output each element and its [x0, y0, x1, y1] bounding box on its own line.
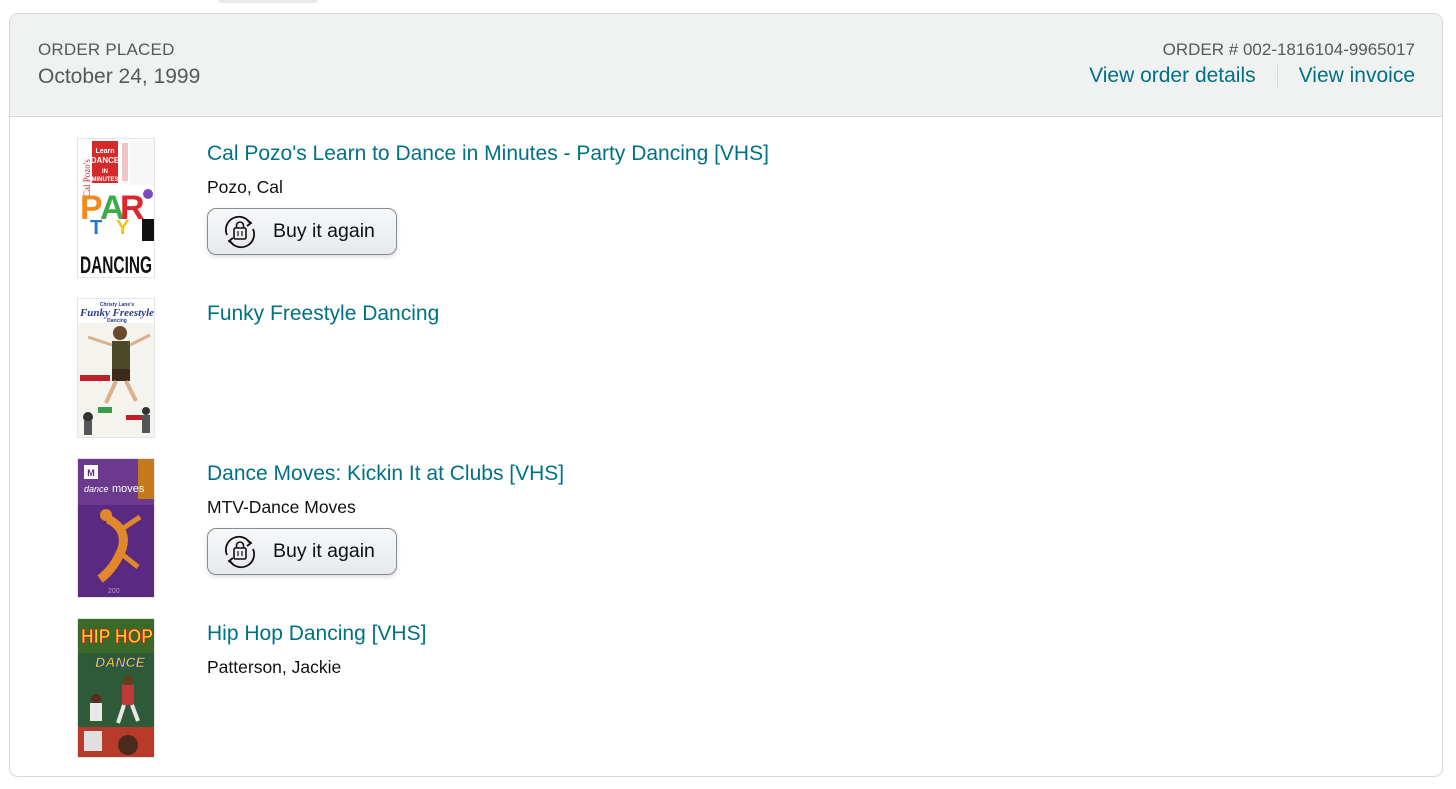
svg-text:Y: Y: [116, 217, 130, 239]
item-title-link[interactable]: Dance Moves: Kickin It at Clubs [VHS]: [207, 462, 564, 486]
order-header: ORDER PLACED October 24, 1999 ORDER # 00…: [10, 14, 1442, 117]
svg-text:Dancing: Dancing: [107, 318, 127, 324]
buy-it-again-button[interactable]: Buy it again: [207, 208, 397, 255]
item-thumbnail-dance-moves[interactable]: M dance moves 200: [77, 458, 155, 598]
svg-text:MINUTES: MINUTES: [92, 177, 119, 183]
svg-text:DANCE: DANCE: [91, 156, 120, 165]
view-order-details-link[interactable]: View order details: [1089, 64, 1256, 88]
item-author: Pozo, Cal: [207, 177, 283, 197]
svg-text:DANCING: DANCING: [80, 252, 152, 278]
svg-text:IN: IN: [102, 169, 108, 175]
svg-text:HIP HOP: HIP HOP: [81, 626, 153, 648]
order-item: Christy Lane's Funky Freestyle Dancing F…: [10, 298, 1442, 440]
reorder-cycle-icon: [225, 215, 255, 248]
svg-text:dance: dance: [84, 484, 109, 494]
item-title-link[interactable]: Hip Hop Dancing [VHS]: [207, 622, 426, 646]
order-item: M dance moves 200 Dance Moves: Kickin It…: [10, 458, 1442, 600]
svg-text:Learn: Learn: [95, 148, 114, 155]
order-placed-label: ORDER PLACED: [38, 40, 175, 59]
item-thumbnail-hip-hop[interactable]: HIP HOP DANCE: [77, 618, 155, 758]
item-title-link[interactable]: Cal Pozo's Learn to Dance in Minutes - P…: [207, 142, 769, 166]
item-author: MTV-Dance Moves: [207, 497, 356, 517]
buy-it-again-button[interactable]: Buy it again: [207, 528, 397, 575]
svg-text:moves: moves: [112, 483, 145, 495]
link-divider: [1276, 65, 1278, 87]
item-title-link[interactable]: Funky Freestyle Dancing: [207, 302, 439, 326]
buy-it-again-label: Buy it again: [273, 220, 375, 242]
order-card: ORDER PLACED October 24, 1999 ORDER # 00…: [9, 13, 1443, 777]
view-invoice-link[interactable]: View invoice: [1299, 64, 1415, 88]
svg-text:200: 200: [108, 588, 120, 595]
item-thumbnail-party-dancing[interactable]: Cal Pozo's Learn DANCE IN MINUTES P A R …: [77, 138, 155, 278]
reorder-cycle-icon: [225, 535, 255, 568]
svg-text:DANCE: DANCE: [95, 654, 145, 670]
item-thumbnail-funky-freestyle[interactable]: Christy Lane's Funky Freestyle Dancing: [77, 298, 155, 438]
item-author: Patterson, Jackie: [207, 657, 342, 677]
order-item: Cal Pozo's Learn DANCE IN MINUTES P A R …: [10, 138, 1442, 280]
svg-text:T: T: [90, 217, 102, 239]
buy-it-again-label: Buy it again: [273, 540, 375, 562]
svg-text:M: M: [87, 468, 95, 478]
order-header-links: View order details View invoice: [1089, 64, 1415, 88]
order-item: HIP HOP DANCE Hip Hop Dancing [VHS] Patt…: [10, 618, 1442, 760]
order-number: ORDER # 002-1816104-9965017: [1162, 40, 1415, 59]
order-placed-date: October 24, 1999: [38, 65, 201, 88]
top-tab-edge: [218, 0, 318, 3]
